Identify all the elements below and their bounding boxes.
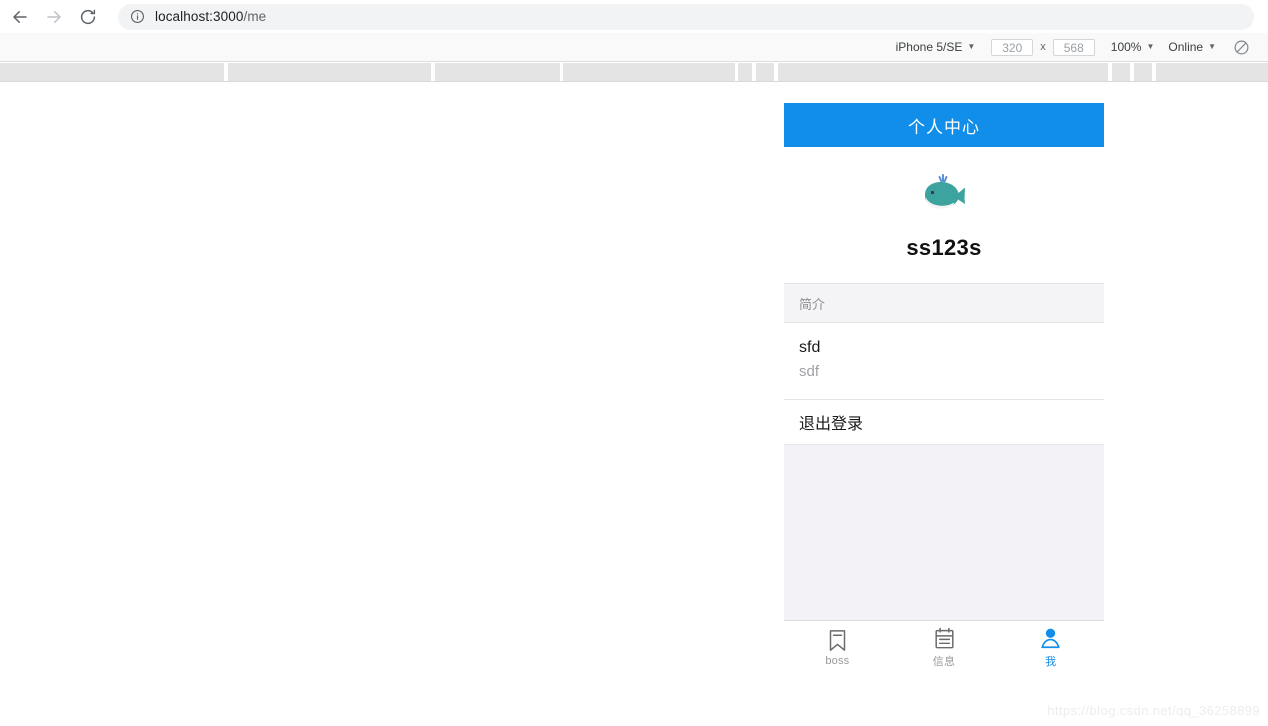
- chevron-down-icon: ▼: [967, 41, 976, 51]
- url-host: localhost:3000: [155, 9, 244, 24]
- device-selector-label: iPhone 5/SE: [895, 40, 963, 54]
- page-title: 个人中心: [908, 117, 980, 137]
- device-selector[interactable]: iPhone 5/SE ▼: [896, 40, 976, 54]
- section-header-intro: 简介: [784, 283, 1104, 323]
- address-bar-url: localhost:3000/me: [155, 9, 266, 24]
- reload-button[interactable]: [74, 3, 102, 31]
- url-path: /me: [243, 9, 267, 24]
- device-ruler: [0, 62, 1268, 82]
- back-button[interactable]: [6, 3, 34, 31]
- ruler-segment: [778, 63, 1108, 81]
- tab-me[interactable]: 我: [997, 621, 1104, 672]
- zoom-selector-label: 100%: [1110, 40, 1142, 54]
- person-icon: [1040, 627, 1061, 650]
- section-header-label: 简介: [799, 296, 826, 312]
- page-canvas: 个人中心 ss123s 简介 sfd sdf 退出登录 boss 信息 我 ht…: [0, 83, 1268, 726]
- info-circle-icon[interactable]: [130, 9, 145, 24]
- logout-label: 退出登录: [799, 416, 864, 433]
- list-item-title: sfd: [799, 339, 821, 356]
- zoom-selector[interactable]: 100% ▼: [1111, 40, 1155, 54]
- ruler-segment: [228, 63, 431, 81]
- tab-label-boss: boss: [825, 654, 850, 667]
- ruler-segment: [0, 63, 224, 81]
- ruler-segment: [1156, 63, 1268, 81]
- whale-emoji-avatar: [918, 172, 970, 219]
- device-dimensions: 320 x 568: [989, 38, 1097, 56]
- ruler-segment: [1112, 63, 1130, 81]
- forward-button[interactable]: [40, 3, 68, 31]
- tab-boss[interactable]: boss: [784, 621, 891, 672]
- tab-label-messages: 信息: [932, 655, 956, 668]
- arrow-left-icon: [11, 8, 29, 26]
- ruler-segment: [563, 63, 735, 81]
- bottom-tab-bar: boss 信息 我: [784, 620, 1104, 672]
- ruler-segment: [756, 63, 774, 81]
- browser-toolbar: localhost:3000/me: [0, 0, 1268, 33]
- device-height-input[interactable]: 568: [1052, 38, 1095, 56]
- chevron-down-icon: ▼: [1208, 41, 1216, 51]
- tab-messages[interactable]: 信息: [891, 621, 998, 672]
- bookmark-icon: [827, 629, 848, 652]
- device-toolbar: iPhone 5/SE ▼ 320 x 568 100% ▼ Online ▼: [0, 33, 1268, 62]
- logout-button[interactable]: 退出登录: [784, 400, 1104, 445]
- list-item-subtitle: sdf: [799, 363, 820, 380]
- address-bar[interactable]: localhost:3000/me: [118, 3, 1254, 30]
- ruler-segment: [1134, 63, 1152, 81]
- clipboard-icon: [934, 627, 955, 650]
- app-header: 个人中心: [784, 103, 1104, 147]
- device-width-input[interactable]: 320: [991, 38, 1034, 56]
- no-throttling-icon[interactable]: [1230, 36, 1252, 58]
- watermark: https://blog.csdn.net/qq_36258899: [1047, 703, 1260, 718]
- reload-icon: [79, 8, 97, 26]
- throttling-selector[interactable]: Online ▼: [1168, 40, 1216, 54]
- throttling-selector-label: Online: [1168, 40, 1204, 54]
- ruler-segment: [435, 63, 560, 81]
- avatar: [917, 173, 971, 217]
- ruler-segment: [738, 63, 752, 81]
- content-filler: [784, 445, 1104, 620]
- arrow-right-icon: [45, 8, 63, 26]
- profile-block: ss123s: [784, 147, 1104, 283]
- username: ss123s: [906, 235, 982, 260]
- dimension-separator: x: [1040, 41, 1046, 53]
- device-viewport: 个人中心 ss123s 简介 sfd sdf 退出登录 boss 信息 我: [784, 103, 1104, 672]
- chevron-down-icon: ▼: [1146, 41, 1155, 51]
- tab-label-me: 我: [1045, 655, 1057, 668]
- list-item-intro[interactable]: sfd sdf: [784, 323, 1104, 400]
